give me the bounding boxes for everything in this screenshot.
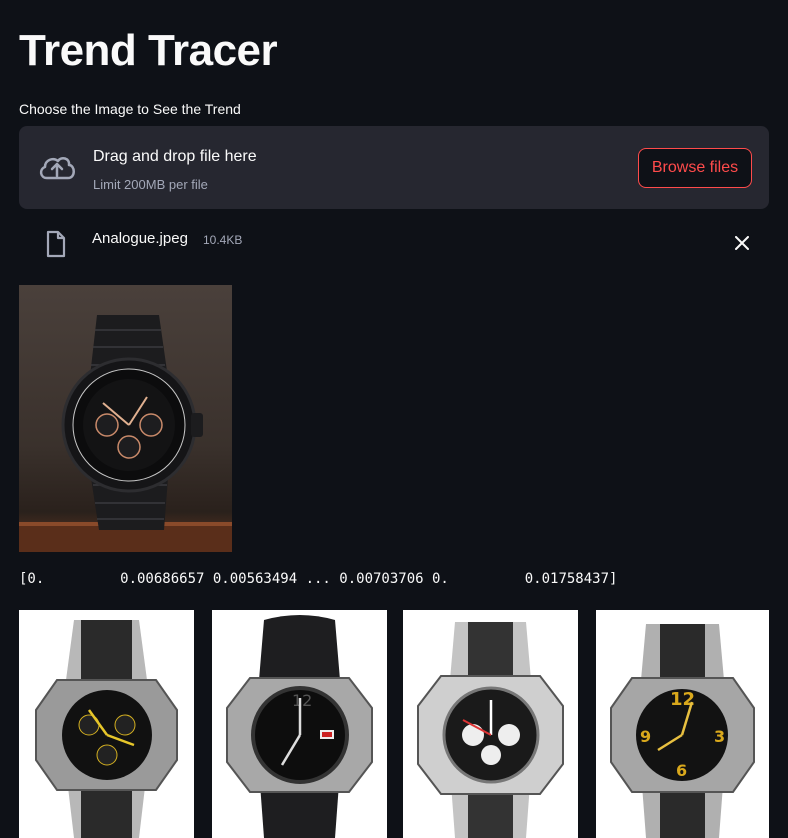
cloud-upload-icon	[39, 156, 75, 180]
dropzone-limit: Limit 200MB per file	[93, 177, 208, 192]
svg-text:6: 6	[676, 761, 687, 780]
svg-text:3: 3	[714, 727, 725, 746]
page-title: Trend Tracer	[19, 26, 278, 75]
uploader-label: Choose the Image to See the Trend	[19, 101, 241, 117]
svg-text:9: 9	[640, 727, 651, 746]
watch-photo: 12 9 3 6	[610, 624, 755, 838]
close-icon[interactable]	[735, 236, 749, 250]
file-icon	[46, 230, 66, 258]
feature-vector-output: [0. 0.00686657 0.00563494 ... 0.00703706…	[19, 571, 618, 587]
result-image-3	[403, 610, 578, 838]
browse-files-button[interactable]: Browse files	[638, 148, 752, 188]
uploaded-file-size: 10.4KB	[203, 233, 243, 247]
file-dropzone[interactable]: Drag and drop file here Limit 200MB per …	[19, 126, 769, 209]
dropzone-title: Drag and drop file here	[93, 148, 257, 165]
svg-text:12: 12	[292, 691, 312, 710]
watch-photo	[19, 315, 232, 552]
result-image-1	[19, 610, 194, 838]
uploaded-file-name: Analogue.jpeg	[92, 230, 188, 247]
watch-photo	[417, 622, 564, 838]
uploaded-image-preview	[19, 285, 232, 552]
watch-photo: 12	[226, 615, 373, 838]
uploaded-file-row: Analogue.jpeg 10.4KB	[19, 224, 769, 262]
watch-photo	[35, 620, 178, 838]
result-image-4: 12 9 3 6	[596, 610, 769, 838]
result-image-2: 12	[212, 610, 387, 838]
